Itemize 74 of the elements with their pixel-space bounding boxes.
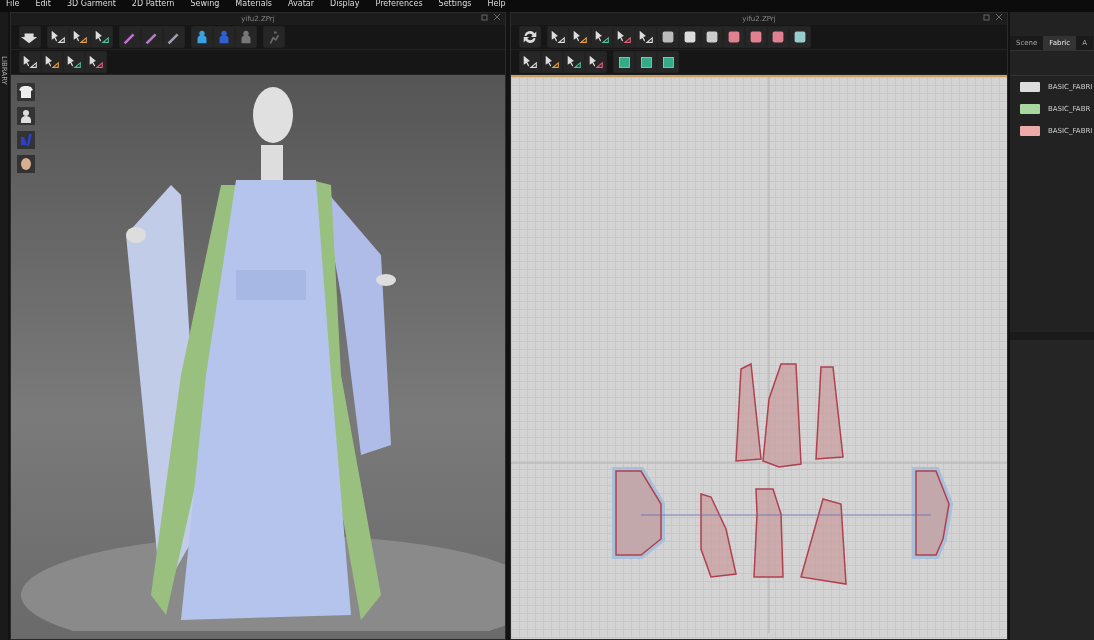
menu-item[interactable]: Display	[326, 0, 372, 9]
fabric-swatch[interactable]	[1020, 104, 1040, 114]
select-icon	[615, 28, 633, 46]
tool-button[interactable]	[790, 27, 810, 47]
tool-button[interactable]	[768, 27, 788, 47]
tool-button[interactable]	[658, 27, 678, 47]
pattern-piece[interactable]	[912, 467, 954, 559]
tool-button[interactable]	[20, 27, 40, 47]
pattern-piece[interactable]	[612, 467, 665, 559]
pattern-piece[interactable]	[735, 362, 762, 462]
select-icon	[637, 28, 655, 46]
tool-button[interactable]	[614, 52, 634, 72]
select-icon	[587, 53, 605, 71]
select-icon	[549, 28, 567, 46]
fabric-swatch[interactable]	[1020, 126, 1040, 136]
viewport-3d[interactable]	[11, 75, 505, 639]
tool-button[interactable]	[658, 52, 678, 72]
menu-item[interactable]: Materials	[231, 0, 285, 9]
tool-button[interactable]	[680, 27, 700, 47]
menu-item[interactable]: Settings	[434, 0, 484, 9]
close-icon[interactable]	[995, 13, 1003, 21]
pattern-piece[interactable]	[800, 498, 847, 585]
select-icon	[21, 53, 39, 71]
shirt-icon[interactable]	[17, 83, 35, 101]
tool-button[interactable]	[636, 27, 656, 47]
menu-item[interactable]: Edit	[31, 0, 63, 9]
select-icon	[93, 28, 111, 46]
menu-item[interactable]: File	[2, 0, 32, 9]
tool-button[interactable]	[20, 52, 40, 72]
close-icon[interactable]	[493, 13, 501, 21]
tool-button[interactable]	[542, 52, 562, 72]
tool-button[interactable]	[746, 27, 766, 47]
select-icon	[521, 53, 539, 71]
select-icon	[565, 53, 583, 71]
tool-button[interactable]	[42, 52, 62, 72]
fabric-swatch[interactable]	[1020, 82, 1040, 92]
tool-button[interactable]	[570, 27, 590, 47]
pattern-piece[interactable]	[700, 493, 737, 578]
menu-item[interactable]: Help	[483, 0, 518, 9]
pattern-piece[interactable]	[815, 366, 844, 460]
tool-button[interactable]	[64, 52, 84, 72]
tool-button[interactable]	[614, 27, 634, 47]
pattern-piece[interactable]	[753, 488, 784, 578]
menu-item[interactable]: Preferences	[371, 0, 435, 9]
menu-item[interactable]: Sewing	[186, 0, 232, 9]
tool-button[interactable]	[70, 27, 90, 47]
tool-button[interactable]	[586, 52, 606, 72]
refresh-icon	[521, 28, 539, 46]
select-icon	[87, 53, 105, 71]
avatar-icon[interactable]	[17, 107, 35, 125]
tool-button[interactable]	[92, 27, 112, 47]
select-icon	[71, 28, 89, 46]
menu-item[interactable]: 2D Pattern	[127, 0, 187, 9]
tool-button[interactable]	[520, 27, 540, 47]
select-icon	[571, 28, 589, 46]
select-icon	[49, 28, 67, 46]
tool-button[interactable]	[724, 27, 744, 47]
menu-item[interactable]: 3D Garment	[62, 0, 128, 9]
select-icon	[543, 53, 561, 71]
select-icon	[593, 28, 611, 46]
select-icon	[43, 53, 61, 71]
tool-button[interactable]	[702, 27, 722, 47]
select-icon	[65, 53, 83, 71]
pattern-piece[interactable]	[762, 363, 802, 468]
tool-button[interactable]	[636, 52, 656, 72]
tool-button[interactable]	[520, 52, 540, 72]
tool-button[interactable]	[548, 27, 568, 47]
menu-item[interactable]: Avatar	[284, 0, 326, 9]
tool-button[interactable]	[48, 27, 68, 47]
tool-button[interactable]	[564, 52, 584, 72]
tool-button[interactable]	[192, 27, 212, 47]
head-icon[interactable]	[17, 155, 35, 173]
tool-button[interactable]	[86, 52, 106, 72]
tool-button[interactable]	[592, 27, 612, 47]
